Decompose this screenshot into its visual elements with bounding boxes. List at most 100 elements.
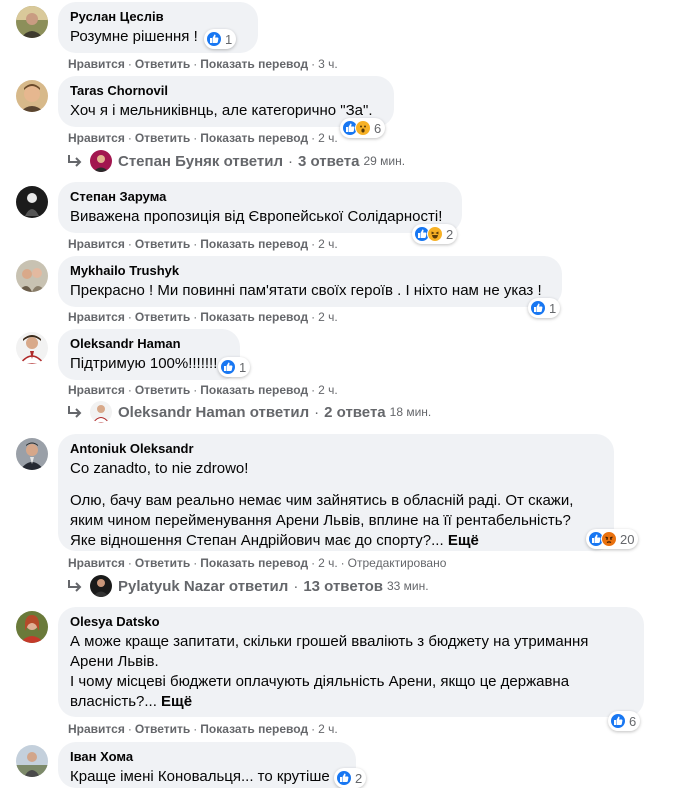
show-translation-link[interactable]: Показать перевод <box>200 131 308 145</box>
reply-link[interactable]: Ответить <box>135 57 190 71</box>
comment-bubble: Степан Зарума Виважена пропозиція від Єв… <box>58 182 462 233</box>
reactions-badge[interactable]: 6 <box>608 711 641 731</box>
reactions-badge[interactable]: 1 <box>528 298 561 318</box>
view-replies-link[interactable]: Pylatyuk Nazar ответил · 13 ответов 33 мин. <box>66 575 429 597</box>
reaction-count: 20 <box>620 531 635 547</box>
reply-link[interactable]: Ответить <box>135 310 190 324</box>
reply-link[interactable]: Ответить <box>135 383 190 397</box>
avatar[interactable] <box>16 332 48 364</box>
like-reaction-icon <box>220 359 236 375</box>
reaction-count: 2 <box>355 770 363 786</box>
like-link[interactable]: Нравится <box>68 722 125 736</box>
comment-text: Олю, бачу вам реально немає чим зайнятис… <box>70 492 574 509</box>
reply-author: Oleksandr Haman <box>118 403 246 421</box>
reactions-badge[interactable]: 1 <box>218 357 251 377</box>
avatar[interactable] <box>16 611 48 643</box>
like-reaction-icon <box>610 713 626 729</box>
reply-arrow-icon <box>68 406 82 418</box>
like-link[interactable]: Нравится <box>68 383 125 397</box>
see-more-link[interactable]: Ещё <box>161 693 192 710</box>
comment-text: яким чином перейменування Арени Львів, в… <box>70 512 571 529</box>
comment-author[interactable]: Степан Зарума <box>70 189 450 205</box>
view-replies-link[interactable]: Oleksandr Haman ответил · 2 ответа 18 мин. <box>66 401 431 423</box>
like-reaction-icon <box>530 300 546 316</box>
comment-text: власність?... Ещё <box>70 693 193 710</box>
avatar[interactable] <box>16 186 48 218</box>
show-translation-link[interactable]: Показать перевод <box>200 383 308 397</box>
comment-text: А може краще запитати, скільки грошей вв… <box>70 633 589 650</box>
reactions-badge[interactable]: 20 <box>586 529 639 549</box>
comment-bubble: Oleksandr Haman Підтримую 100%!!!!!!! <box>58 329 240 380</box>
comment-bubble: Іван Хома Краще імені Коновальця... то к… <box>58 742 356 788</box>
comment-actions: Нравится · Ответить · Показать перевод · 2 ч. <box>68 383 338 397</box>
avatar <box>90 401 112 423</box>
comment-text: Підтримую 100%!!!!!!! <box>70 355 218 372</box>
comment-text: Арени Львів. <box>70 653 159 670</box>
see-more-link[interactable]: Ещё <box>448 532 479 549</box>
reply-link[interactable]: Ответить <box>135 722 190 736</box>
reaction-count: 1 <box>225 31 233 47</box>
comment-author[interactable]: Руслан Цеслів <box>70 9 246 25</box>
avatar[interactable] <box>16 438 48 470</box>
avatar[interactable] <box>16 6 48 38</box>
reactions-badge[interactable]: 6 <box>340 118 386 138</box>
show-translation-link[interactable]: Показать перевод <box>200 237 308 251</box>
reaction-count: 6 <box>629 713 637 729</box>
like-link[interactable]: Нравится <box>68 310 125 324</box>
wow-reaction-icon <box>355 120 371 136</box>
comment-author[interactable]: Taras Chornovil <box>70 83 382 99</box>
comment-author[interactable]: Mykhailo Trushyk <box>70 263 550 279</box>
comment-text: І чому місцеві бюджети оплачують діяльні… <box>70 673 570 690</box>
avatar[interactable] <box>16 80 48 112</box>
comment-actions: Нравится · Ответить · Показать перевод · 2 ч. <box>68 237 338 251</box>
comment-author[interactable]: Oleksandr Haman <box>70 336 228 352</box>
comment-time[interactable]: 3 ч. <box>318 57 338 71</box>
show-translation-link[interactable]: Показать перевод <box>200 556 308 570</box>
reaction-count: 1 <box>549 300 557 316</box>
comment-time[interactable]: 2 ч. <box>318 556 338 570</box>
show-translation-link[interactable]: Показать перевод <box>200 722 308 736</box>
reply-count: 3 ответа <box>297 152 360 170</box>
avatar[interactable] <box>16 260 48 292</box>
show-translation-link[interactable]: Показать перевод <box>200 310 308 324</box>
comment-text: Прекрасно ! Ми повинні пам'ятати своїх г… <box>70 282 542 299</box>
view-replies-link[interactable]: Степан Буняк ответил · 3 ответа 29 мин. <box>66 150 405 172</box>
reaction-count: 1 <box>239 359 247 375</box>
comment-actions: Нравится · Ответить · Показать перевод · 2 ч. ·… <box>68 556 447 570</box>
edited-label[interactable]: Отредактировано <box>348 556 447 570</box>
avatar <box>90 575 112 597</box>
angry-reaction-icon <box>601 531 617 547</box>
comment-time[interactable]: 2 ч. <box>318 310 338 324</box>
show-translation-link[interactable]: Показать перевод <box>200 57 308 71</box>
haha-reaction-icon <box>427 226 443 242</box>
comment-bubble: Antoniuk Oleksandr Co zanadto, to nie zd… <box>58 434 614 551</box>
comment-actions: Нравится · Ответить · Показать перевод · 3 ч. <box>68 57 338 71</box>
comment-time[interactable]: 2 ч. <box>318 131 338 145</box>
like-reaction-icon <box>336 770 352 786</box>
reactions-badge[interactable]: 1 <box>204 29 237 49</box>
reply-time: 18 мин. <box>389 405 432 419</box>
reply-author: Степан Буняк <box>118 152 220 170</box>
reply-link[interactable]: Ответить <box>135 556 190 570</box>
reply-link[interactable]: Ответить <box>135 237 190 251</box>
comment-author[interactable]: Antoniuk Oleksandr <box>70 441 602 457</box>
comment-time[interactable]: 2 ч. <box>318 237 338 251</box>
reactions-badge[interactable]: 2 <box>412 224 458 244</box>
comment-author[interactable]: Olesya Datsko <box>70 614 632 630</box>
reply-time: 33 мин. <box>387 579 429 593</box>
reply-link[interactable]: Ответить <box>135 131 190 145</box>
comment-actions: Нравится · Ответить · Показать перевод · 2 ч. <box>68 131 338 145</box>
like-link[interactable]: Нравится <box>68 57 125 71</box>
avatar[interactable] <box>16 745 48 777</box>
comment-time[interactable]: 2 ч. <box>318 722 338 736</box>
like-link[interactable]: Нравится <box>68 556 125 570</box>
comment-author[interactable]: Іван Хома <box>70 749 344 765</box>
comment-text: Хоч я і мельниківнць, але категорично "З… <box>70 102 373 119</box>
comment-time[interactable]: 2 ч. <box>318 383 338 397</box>
like-link[interactable]: Нравится <box>68 131 125 145</box>
reply-arrow-icon <box>68 155 82 167</box>
reply-time: 29 мин. <box>363 154 406 168</box>
reactions-badge[interactable]: 2 <box>334 768 367 788</box>
like-link[interactable]: Нравится <box>68 237 125 251</box>
comment-text: Виважена пропозиція від Європейської Сол… <box>70 208 443 225</box>
